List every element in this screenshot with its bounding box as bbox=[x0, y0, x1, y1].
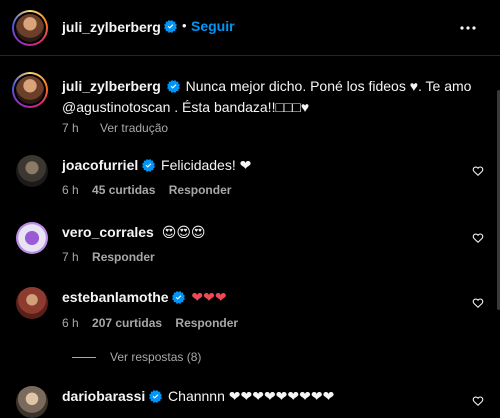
comment-username[interactable]: vero_corrales bbox=[62, 224, 154, 240]
caption-line-2: @agustinotoscan . Ésta bandaza!!□□□♥ bbox=[62, 99, 310, 115]
verified-badge-icon bbox=[142, 159, 155, 172]
post-caption: juli_zylberberg Nunca mejor dicho. Poné … bbox=[62, 76, 482, 118]
comment-text: Channnn ❤❤❤❤❤❤❤❤❤ bbox=[168, 388, 335, 404]
reply-button[interactable]: Responder bbox=[169, 183, 232, 197]
caption-author-avatar[interactable] bbox=[16, 76, 44, 104]
comment-username[interactable]: dariobarassi bbox=[62, 388, 145, 404]
heart-outline-icon[interactable] bbox=[472, 165, 484, 177]
comment-likes-count[interactable]: 207 curtidas bbox=[92, 316, 162, 330]
comment-text: ❤❤❤ bbox=[191, 289, 227, 305]
caption-meta: 7 h Ver tradução bbox=[62, 121, 168, 135]
story-ring[interactable] bbox=[12, 10, 48, 46]
comment-body: dariobarassi Channnn ❤❤❤❤❤❤❤❤❤ bbox=[62, 388, 334, 405]
comment-likes-count[interactable]: 45 curtidas bbox=[92, 183, 155, 197]
comment-meta: 6 h 45 curtidas Responder bbox=[62, 183, 231, 197]
caption-time[interactable]: 7 h bbox=[62, 121, 79, 135]
caption-verified-badge-icon bbox=[167, 80, 180, 93]
comment-avatar[interactable] bbox=[16, 287, 48, 319]
reply-button[interactable]: Responder bbox=[175, 316, 238, 330]
reply-button[interactable]: Responder bbox=[92, 250, 155, 264]
view-replies-line bbox=[72, 357, 96, 358]
comment-username[interactable]: joacofurriel bbox=[62, 157, 138, 173]
comment-avatar[interactable] bbox=[16, 155, 48, 187]
comment-text: 😍😍😍 bbox=[161, 224, 206, 240]
comment-body: joacofurriel Felicidades! ❤ bbox=[62, 157, 251, 174]
verified-badge-icon bbox=[149, 390, 162, 403]
author-username[interactable]: juli_zylberberg bbox=[62, 19, 161, 35]
comment-username[interactable]: estebanlamothe bbox=[62, 289, 169, 305]
comment-avatar[interactable] bbox=[16, 386, 48, 418]
separator-dot: • bbox=[182, 18, 187, 33]
caption-story-ring[interactable] bbox=[12, 72, 48, 108]
comment-meta: 6 h 207 curtidas Responder bbox=[62, 316, 238, 330]
comment-meta: 7 h Responder bbox=[62, 250, 155, 264]
comment-body: vero_corrales 😍😍😍 bbox=[62, 224, 206, 241]
comment-avatar[interactable] bbox=[16, 222, 48, 254]
heart-outline-icon[interactable] bbox=[472, 232, 484, 244]
heart-outline-icon[interactable] bbox=[472, 395, 484, 407]
caption-line-1: Nunca mejor dicho. Poné los fideos ♥. Te… bbox=[185, 78, 472, 94]
verified-badge-icon bbox=[172, 291, 185, 304]
see-translation-button[interactable]: Ver tradução bbox=[100, 121, 168, 135]
verified-badge-icon bbox=[164, 20, 177, 33]
comment-time[interactable]: 6 h bbox=[62, 316, 79, 330]
caption-username[interactable]: juli_zylberberg bbox=[62, 78, 161, 94]
heart-outline-icon[interactable] bbox=[472, 297, 484, 309]
comment-body: estebanlamothe ❤❤❤ bbox=[62, 289, 227, 306]
author-avatar[interactable] bbox=[16, 14, 44, 42]
comment-time[interactable]: 7 h bbox=[62, 250, 79, 264]
more-options-icon[interactable] bbox=[458, 20, 478, 36]
comment-time[interactable]: 6 h bbox=[62, 183, 79, 197]
view-replies-button[interactable]: Ver respostas (8) bbox=[110, 350, 201, 364]
follow-button[interactable]: Seguir bbox=[191, 18, 235, 34]
comment-text: Felicidades! ❤ bbox=[161, 157, 252, 173]
post-header: juli_zylberberg • Seguir bbox=[0, 0, 500, 56]
